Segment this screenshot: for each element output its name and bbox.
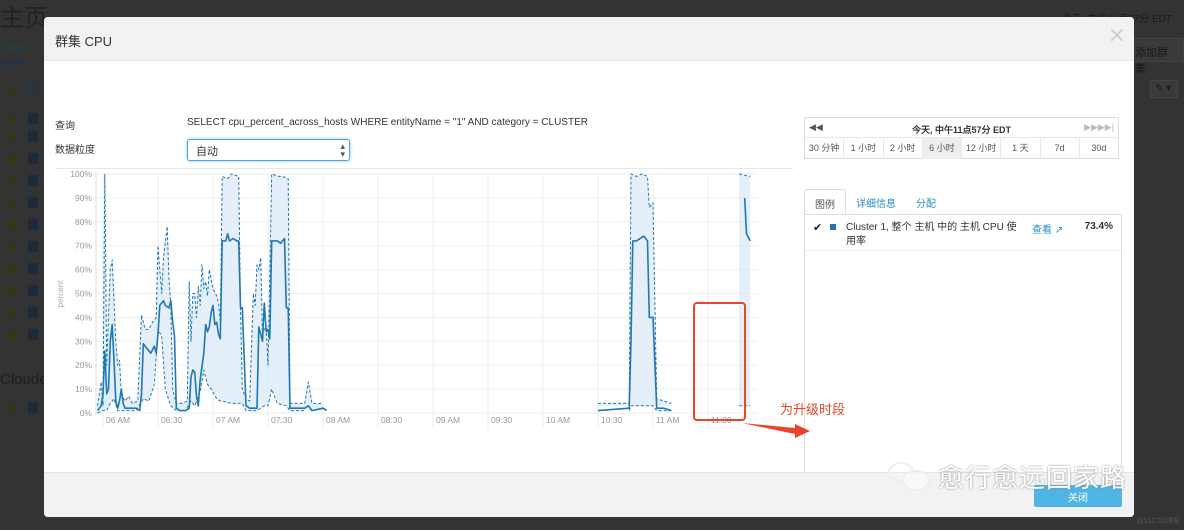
x-tick-label: 11 AM bbox=[656, 415, 679, 425]
wechat-icon bbox=[888, 461, 932, 492]
y-tick-label: 100% bbox=[70, 169, 92, 179]
y-tick-label: 70% bbox=[75, 241, 92, 251]
y-axis-label: percent bbox=[56, 280, 65, 307]
x-tick-label: 09:30 bbox=[491, 415, 513, 425]
watermark-text: 愈行愈远回家路 bbox=[938, 464, 1128, 494]
x-tick-label: 08:30 bbox=[381, 415, 403, 425]
x-tick-label: 07:30 bbox=[271, 415, 293, 425]
y-tick-label: 30% bbox=[75, 336, 92, 346]
annotation-text: 为升级时段 bbox=[780, 402, 846, 417]
x-tick-label: 10 AM bbox=[546, 415, 570, 425]
y-tick-label: 90% bbox=[75, 193, 92, 203]
upgrade-period-highlight bbox=[693, 302, 746, 421]
annotation-arrow-icon bbox=[742, 423, 810, 438]
x-tick-label: 08 AM bbox=[326, 415, 350, 425]
y-tick-label: 50% bbox=[75, 289, 92, 299]
cpu-chart: 0% 10% 20% 30% 40% 50% 60% 70% 80% 90% 100% 06 AM 06… bbox=[56, 169, 810, 438]
x-tick-label: 06 AM bbox=[106, 415, 130, 425]
x-tick-label: 09 AM bbox=[436, 415, 460, 425]
y-tick-label: 0% bbox=[80, 408, 93, 418]
y-tick-label: 10% bbox=[75, 384, 92, 394]
x-tick-label: 07 AM bbox=[216, 415, 240, 425]
x-tick-label: 10:30 bbox=[601, 415, 623, 425]
y-tick-label: 60% bbox=[75, 265, 92, 275]
x-tick-label: 06:30 bbox=[161, 415, 183, 425]
y-tick-label: 20% bbox=[75, 360, 92, 370]
min-max-band bbox=[598, 174, 672, 406]
y-tick-label: 80% bbox=[75, 217, 92, 227]
y-tick-label: 40% bbox=[75, 312, 92, 322]
watermark: 愈行愈远回家路 bbox=[888, 458, 1127, 495]
